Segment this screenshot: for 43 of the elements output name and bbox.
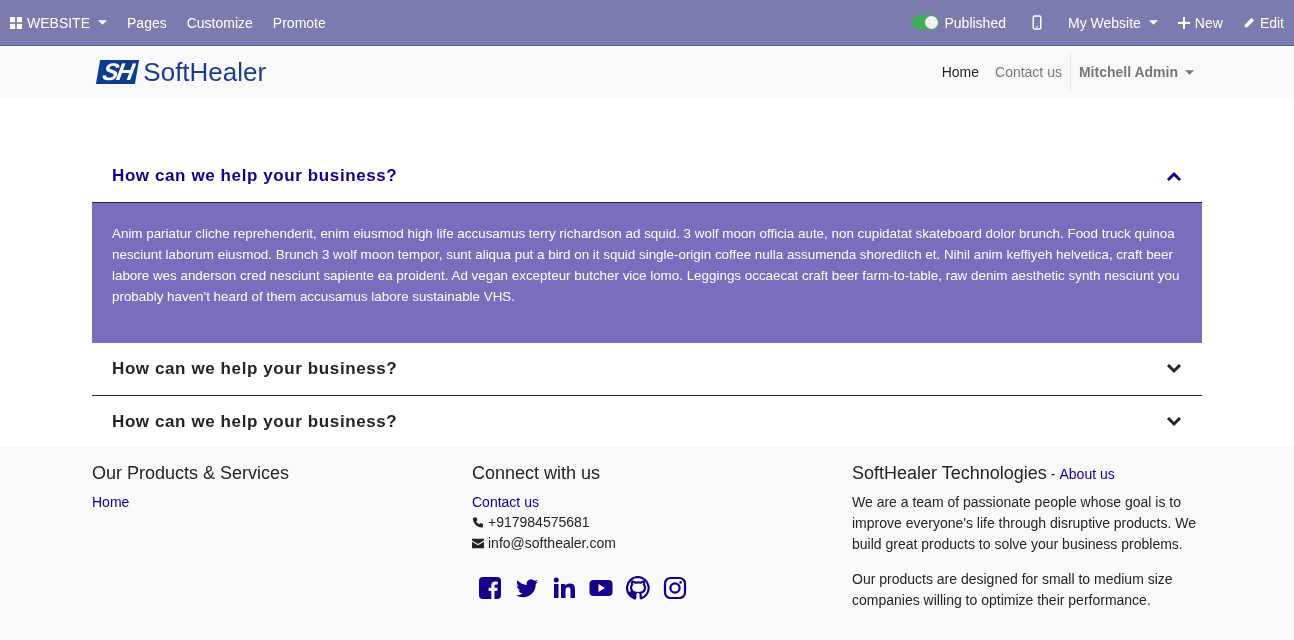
phone-icon bbox=[472, 517, 484, 528]
email-address: info@softhealer.com bbox=[488, 535, 616, 552]
publish-toggle[interactable]: Published bbox=[902, 0, 1016, 45]
instagram-icon[interactable] bbox=[663, 576, 687, 600]
edit-button[interactable]: Edit bbox=[1232, 0, 1294, 45]
twitter-icon[interactable] bbox=[515, 576, 539, 600]
website-menu[interactable]: My Website bbox=[1058, 0, 1168, 45]
admin-menu-item[interactable]: Pages bbox=[117, 0, 177, 45]
facebook-icon[interactable] bbox=[478, 576, 502, 600]
phone-number: +917984575681 bbox=[488, 514, 590, 531]
chevron-down-icon bbox=[1166, 417, 1182, 427]
about-text: We are a team of passionate people whose goal is to improve everyone's life through disruptive products. We build great products to solve your business problems. bbox=[852, 493, 1198, 554]
logo-text: SoftHealer bbox=[143, 56, 267, 88]
footer-link[interactable]: Contact us bbox=[472, 494, 852, 510]
about-text: Our products are designed for small to medium size companies willing to optimize their performance. bbox=[852, 570, 1174, 610]
pencil-icon bbox=[1242, 16, 1255, 29]
caret-icon bbox=[98, 20, 107, 25]
caret-icon bbox=[1148, 20, 1158, 25]
user-menu[interactable]: Mitchell Admin bbox=[1069, 54, 1202, 90]
footer-heading: Our Products & Services bbox=[92, 463, 291, 484]
envelope-icon bbox=[472, 538, 484, 549]
nav-link[interactable]: Home bbox=[933, 64, 987, 80]
new-button[interactable]: New bbox=[1167, 0, 1233, 45]
admin-menu-item[interactable]: Promote bbox=[262, 0, 336, 45]
admin-menu-item[interactable]: Customize bbox=[176, 0, 263, 45]
accordion-header[interactable]: How can we help your business? bbox=[92, 343, 1202, 396]
caret-icon bbox=[1185, 69, 1194, 75]
plus-icon bbox=[1177, 16, 1190, 29]
linkedin-icon[interactable] bbox=[552, 576, 576, 600]
footer-heading: Connect with us bbox=[472, 463, 602, 484]
github-icon[interactable] bbox=[626, 576, 650, 600]
chevron-down-icon bbox=[1166, 364, 1182, 374]
chevron-up-icon bbox=[1166, 171, 1182, 181]
app-menu[interactable]: WEBSITE bbox=[0, 0, 117, 45]
toggle-switch[interactable] bbox=[912, 15, 940, 30]
separator-text: - bbox=[1050, 466, 1056, 482]
logo-mark: SH bbox=[95, 60, 140, 84]
about-link[interactable]: About us bbox=[1059, 466, 1115, 482]
nav-link[interactable]: Contact us bbox=[987, 64, 1070, 80]
grid-icon bbox=[10, 16, 22, 29]
footer-heading: SoftHealer Technologies bbox=[852, 463, 1047, 484]
footer-link[interactable]: Home bbox=[92, 494, 472, 510]
panel-text: Anim pariatur cliche reprehenderit, enim eiusmod high life accusamus terry richardson ad squid. 3 wolf moon officia aute, non cupidatat skateboard dolor brunch. Food truck quinoa nesciunt laborum eiusmod. Brunch 3 wolf moon tempor, sunt aliqua put a bird on it squid single-origin coffee nulla assumenda shoreditch et. Nihil anim keffiyeh helvetica, craft beer labore wes anderson cred nesciunt sapiente ea proident. Ad vegan excepteur butcher vice lomo. Leggings occaecat craft beer farm-to-table, raw denim aesthetic synth nesciunt you probably haven't heard of them accusamus labore sustainable VHS. bbox=[112, 225, 1181, 306]
